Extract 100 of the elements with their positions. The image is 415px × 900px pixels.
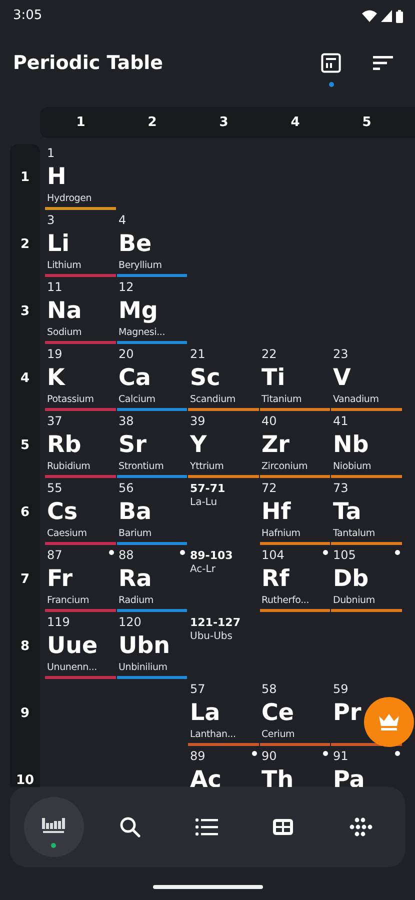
period-number: 2 [20,236,30,254]
element-symbol[interactable]: La [190,698,220,728]
period-number: 7 [20,570,30,589]
battery-icon [396,10,403,22]
element-name: Zirconium [262,460,308,473]
element-name: Rubidium [47,460,90,473]
element-name: Lanthan... [190,728,236,741]
selected-dot [51,843,56,848]
element-name: Unbinilium [118,661,168,674]
atomic-number: 90 [262,749,277,763]
element-symbol[interactable]: Db [333,564,369,594]
atomic-number: 20 [118,347,134,361]
atomic-number: 59 [333,682,348,696]
element-symbol[interactable]: Cs [47,497,78,527]
element-symbol[interactable]: Ubn [118,631,170,661]
atomic-number: 40 [262,414,277,428]
element-name: Rutherfo... [262,594,310,607]
atomic-number: 4 [118,213,126,227]
element-name: Ununenn... [47,661,97,674]
element-symbol[interactable]: H [47,162,66,192]
element-symbol[interactable]: Ra [118,564,152,594]
atomic-number: 56 [118,481,134,495]
atomic-number: 41 [333,414,348,428]
element-name: Cerium [262,728,295,741]
group-number: 4 [290,114,301,132]
atomic-number: 88 [118,548,134,562]
element-name: Barium [118,527,152,540]
atomic-number: 11 [47,280,62,294]
element-name: Caesium [47,527,87,540]
period-number: 1 [20,168,30,187]
element-name: Lithium [47,259,82,272]
element-symbol[interactable]: Sc [190,363,220,393]
element-symbol[interactable]: Ca [118,363,151,393]
element-symbol[interactable]: K [47,363,65,393]
element-name: Vanadium [333,393,379,406]
atomic-number: 22 [262,347,277,361]
atomic-number: 23 [333,347,348,361]
signal-icon [381,10,392,22]
series-range[interactable]: 89-103 [190,549,233,563]
element-name: Niobium [333,460,372,473]
element-name: Hafnium [262,527,300,540]
element-name: Hydrogen [47,192,92,205]
element-symbol[interactable]: Na [47,296,82,326]
period-number: 3 [20,302,30,321]
group-number: 5 [361,114,372,132]
period-number: 6 [20,504,30,522]
status-time: 3:05 [13,7,42,26]
atomic-number: 3 [47,213,55,227]
element-name: Titanium [262,393,302,406]
element-symbol[interactable]: Mg [118,296,158,326]
period-number: 5 [20,436,30,455]
atomic-number: 57 [190,682,206,696]
atomic-number: 73 [333,481,348,495]
premium-button[interactable] [364,697,414,747]
app-title: Periodic Table [13,50,164,76]
period-number: 8 [20,638,30,656]
series-label: La-Lu [190,496,218,510]
element-symbol[interactable]: Uue [47,631,98,661]
element-symbol[interactable]: Ba [118,497,152,527]
element-symbol[interactable]: Fr [47,564,73,594]
element-symbol[interactable]: Rf [262,564,290,594]
atomic-number: 1 [47,146,55,160]
atomic-number: 72 [262,481,277,495]
element-name: Magnesi... [118,326,166,339]
element-symbol[interactable]: Sr [118,430,146,460]
element-name: Yttrium [190,460,224,473]
series-range[interactable]: 121-127 [190,616,240,630]
atomic-number: 21 [190,347,206,361]
wifi-icon [362,10,377,22]
element-symbol[interactable]: Y [190,430,207,460]
element-symbol[interactable]: Pr [333,698,362,728]
element-symbol[interactable]: Hf [262,497,291,527]
atomic-number: 38 [118,414,134,428]
element-name: Tantalum [333,527,375,540]
element-symbol[interactable]: Ta [333,497,362,527]
dots-icon [348,816,373,838]
series-label: Ubu-Ubs [190,630,232,644]
element-symbol[interactable]: Zr [262,430,290,460]
element-symbol[interactable]: Ac [190,765,222,787]
element-symbol[interactable]: Ti [262,363,286,393]
atomic-number: 104 [262,548,284,562]
atomic-number: 87 [47,548,62,562]
element-symbol[interactable]: V [333,363,351,393]
element-name: Potassium [47,393,94,406]
element-symbol[interactable]: Pa [333,765,365,787]
series-range[interactable]: 57-71 [190,482,226,496]
atomic-number: 119 [47,615,70,629]
element-symbol[interactable]: Th [262,765,294,787]
series-label: Ac-Lr [190,563,216,577]
atomic-number: 120 [118,615,142,629]
group-number: 3 [218,114,230,132]
atomic-number: 39 [190,414,206,428]
element-symbol[interactable]: Ce [262,698,294,728]
element-symbol[interactable]: Rb [47,430,82,460]
element-symbol[interactable]: Be [118,229,152,259]
element-symbol[interactable]: Li [47,229,70,259]
search-icon [118,816,143,838]
atomic-number: 58 [262,682,277,696]
element-symbol[interactable]: Nb [333,430,369,460]
element-name: Radium [118,594,154,607]
